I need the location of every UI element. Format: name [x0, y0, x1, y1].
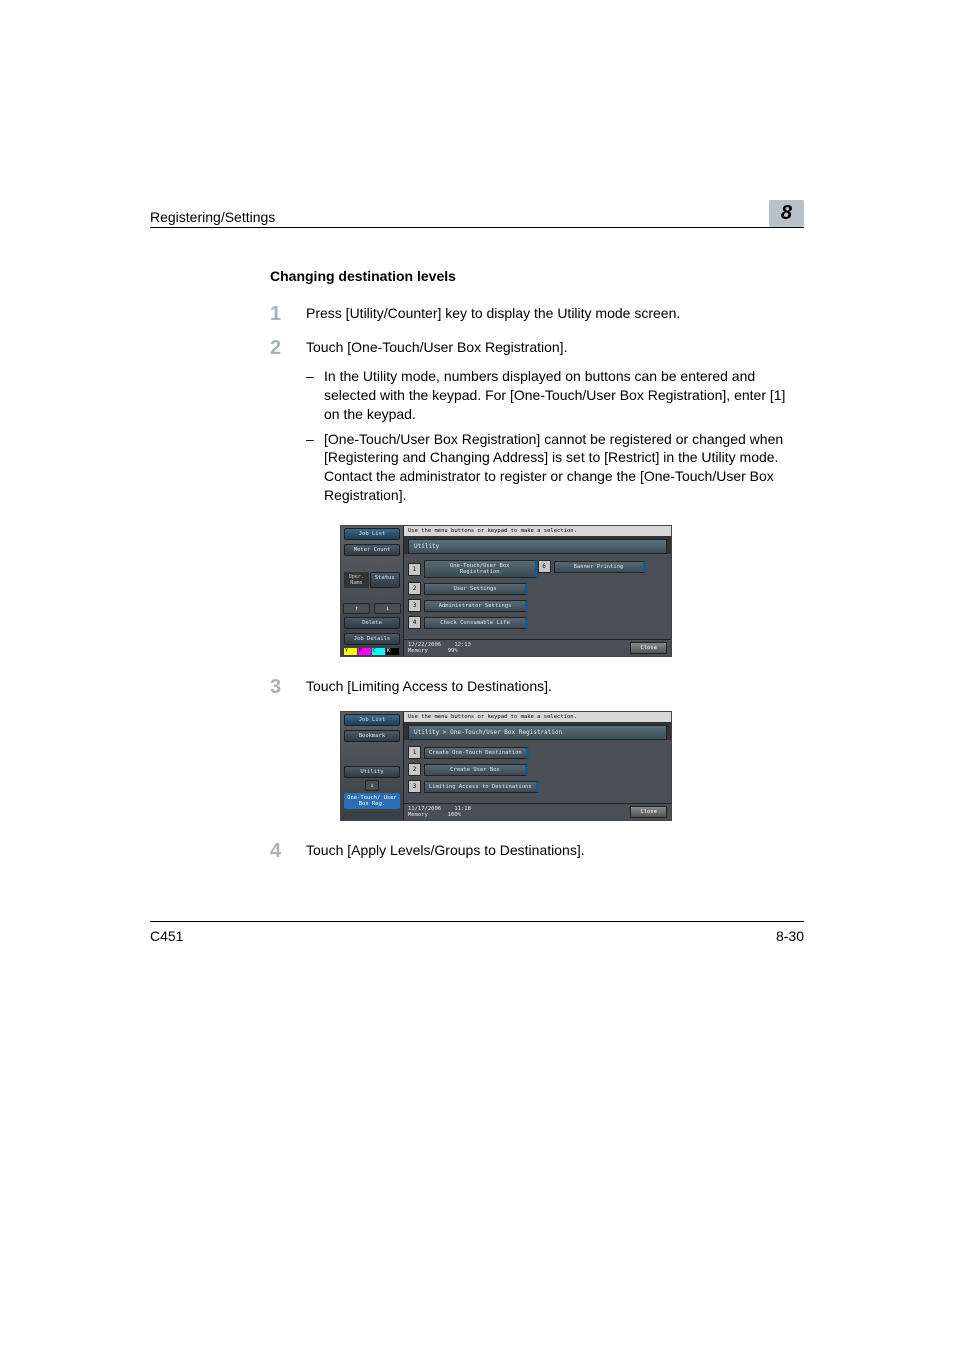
step-1: 1 Press [Utility/Counter] key to display…: [270, 304, 804, 324]
limiting-access-button[interactable]: Limiting Access to Destinations: [424, 781, 539, 793]
bookmark-button[interactable]: Bookmark: [344, 730, 400, 742]
step-2-sub1: – In the Utility mode, numbers displayed…: [306, 367, 804, 424]
header: Registering/Settings 8: [150, 200, 804, 228]
footer-model: C451: [150, 928, 183, 944]
screen2-mem-label: Memory: [408, 812, 428, 818]
step-2: 2 Touch [One-Touch/User Box Registration…: [270, 338, 804, 511]
screen2-mem: 100%: [448, 812, 461, 818]
step-3-text: Touch [Limiting Access to Destinations].: [306, 677, 804, 697]
check-consumable-life-button[interactable]: Check Consumable Life: [424, 617, 528, 629]
step-2-number: 2: [270, 338, 306, 511]
page-footer: C451 8-30: [150, 921, 804, 944]
step-2-sub2-text: [One-Touch/User Box Registration] cannot…: [324, 430, 804, 506]
job-list-button[interactable]: Job List: [344, 714, 400, 726]
one-touch-reg-selected[interactable]: One-Touch/ User Box Reg.: [344, 793, 400, 809]
one-touch-registration-button[interactable]: One-Touch/User Box Registration: [424, 560, 538, 578]
dash-icon: –: [306, 430, 324, 506]
down-arrow-button[interactable]: ↓: [374, 603, 401, 614]
menu2-num-3: 3: [408, 780, 421, 793]
screen1-title: Utility: [408, 539, 667, 554]
menu2-num-2: 2: [408, 763, 421, 776]
screen2-title: Utility > One-Touch/User Box Registratio…: [408, 725, 667, 740]
step-2-sub2: – [One-Touch/User Box Registration] cann…: [306, 430, 804, 506]
utility-screenshot-2: Job List Bookmark Utility ↓ One-Touch/ U…: [340, 711, 804, 821]
step-1-number: 1: [270, 304, 306, 324]
step-4-text: Touch [Apply Levels/Groups to Destinatio…: [306, 841, 804, 861]
section-title: Changing destination levels: [270, 268, 804, 284]
toner-indicators: Y M C K: [344, 648, 400, 655]
up-arrow-button[interactable]: ↑: [343, 603, 370, 614]
administrator-settings-button[interactable]: Administrator Settings: [424, 600, 528, 612]
banner-printing-button[interactable]: Banner Printing: [554, 561, 646, 573]
down-arrow-icon: ↓: [365, 780, 379, 791]
screen1-instruction: Use the menu buttons or keypad to make a…: [404, 526, 671, 536]
create-user-box-button[interactable]: Create User Box: [424, 764, 528, 776]
step-3: 3 Touch [Limiting Access to Destinations…: [270, 677, 804, 697]
oper-name-label: Oper. Name: [344, 572, 369, 588]
step-3-number: 3: [270, 677, 306, 697]
header-title: Registering/Settings: [150, 209, 275, 225]
utility-button[interactable]: Utility: [344, 766, 400, 778]
close-button[interactable]: Close: [630, 806, 667, 818]
step-2-sub1-text: In the Utility mode, numbers displayed o…: [324, 367, 804, 424]
footer-page: 8-30: [776, 928, 804, 944]
screen1-mem-label: Memory: [408, 648, 428, 654]
close-button[interactable]: Close: [630, 642, 667, 654]
job-details-button[interactable]: Job Details: [344, 633, 400, 645]
menu2-num-1: 1: [408, 746, 421, 759]
step-2-text: Touch [One-Touch/User Box Registration].: [306, 339, 567, 355]
menu-num-1: 1: [408, 563, 421, 576]
user-settings-button[interactable]: User Settings: [424, 583, 528, 595]
step-4-number: 4: [270, 841, 306, 861]
delete-button[interactable]: Delete: [344, 617, 400, 629]
menu-num-6: 6: [538, 560, 551, 573]
screen2-instruction: Use the menu buttons or keypad to make a…: [404, 712, 671, 722]
dash-icon: –: [306, 367, 324, 424]
menu-num-2: 2: [408, 582, 421, 595]
meter-count-button[interactable]: Meter Count: [344, 544, 400, 556]
screen1-mem: 99%: [448, 648, 458, 654]
menu-num-4: 4: [408, 616, 421, 629]
status-button[interactable]: Status: [370, 572, 401, 588]
step-4: 4 Touch [Apply Levels/Groups to Destinat…: [270, 841, 804, 861]
create-one-touch-button[interactable]: Create One-Touch Destination: [424, 747, 529, 759]
menu-num-3: 3: [408, 599, 421, 612]
chapter-badge: 8: [769, 200, 804, 227]
utility-screenshot-1: Job List Meter Count Oper. Name Status ↑…: [340, 525, 804, 657]
job-list-button[interactable]: Job List: [344, 528, 400, 540]
step-1-text: Press [Utility/Counter] key to display t…: [306, 304, 804, 324]
